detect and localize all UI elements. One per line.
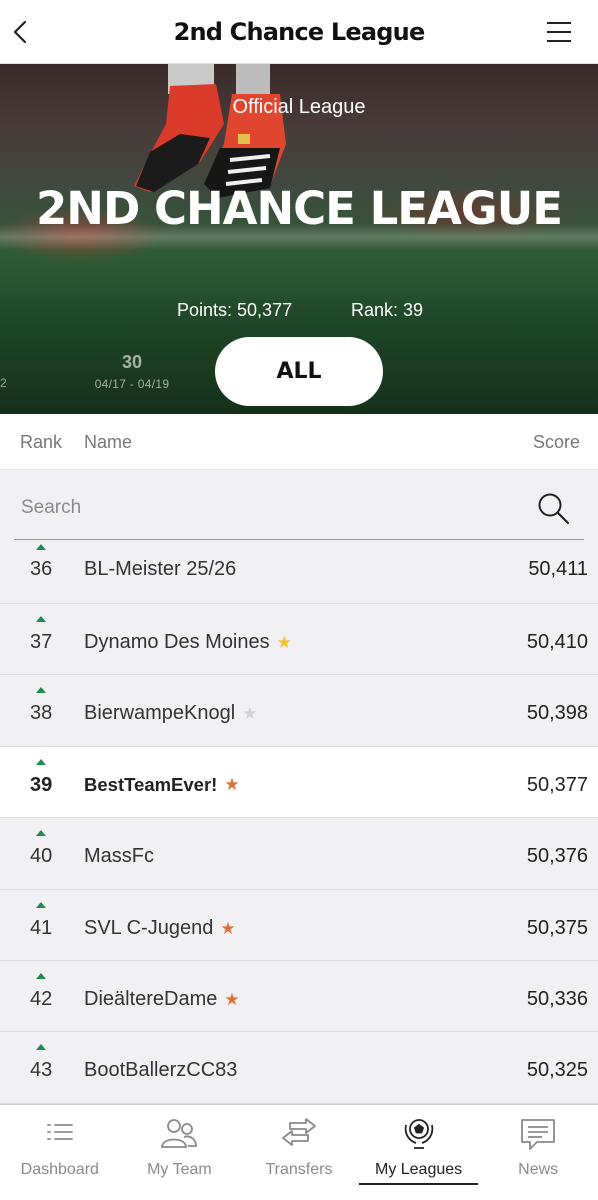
- star-icon: ★: [220, 918, 236, 938]
- standings-row[interactable]: 38 BierwampeKnogl ★ 50,398: [0, 675, 598, 747]
- rank-up-icon: [36, 758, 46, 765]
- name-column-header: Name: [84, 432, 133, 452]
- nav-transfers[interactable]: Transfers: [239, 1105, 359, 1200]
- row-score: 50,410: [526, 631, 588, 653]
- row-score: 50,377: [526, 773, 588, 796]
- rank-up-icon: [36, 1044, 46, 1051]
- row-rank: 37: [30, 631, 53, 653]
- nav-label: My Team: [147, 1161, 212, 1178]
- nav-label: Dashboard: [20, 1161, 99, 1178]
- standings-row[interactable]: 36 BL-Meister 25/26 50,411: [0, 540, 598, 604]
- standings-row-my-team[interactable]: 39 BestTeamEver! ★ 50,377: [0, 746, 598, 819]
- row-team-name: BL-Meister 25/26: [84, 558, 237, 580]
- gameweek-number: 30: [121, 352, 143, 372]
- gameweek-dates: 04/17 - 04/19: [94, 377, 170, 391]
- row-team-name: SVL C-Jugend ★: [84, 916, 236, 939]
- row-rank: 43: [30, 1059, 53, 1082]
- standings-row[interactable]: 37 Dynamo Des Moines ★ 50,410: [0, 604, 598, 676]
- swap-arrows-icon: [282, 1118, 316, 1146]
- row-team-name: BestTeamEver! ★: [84, 773, 240, 795]
- star-icon: ★: [224, 989, 240, 1009]
- chat-bubble-icon: [521, 1119, 556, 1150]
- row-score: 50,336: [526, 987, 588, 1010]
- league-title: 2ND CHANCE LEAGUE: [35, 182, 563, 235]
- star-icon: ★: [242, 704, 258, 724]
- all-filter-button[interactable]: ALL: [215, 337, 383, 406]
- row-rank: 42: [30, 987, 53, 1010]
- standings-row[interactable]: 43 BootBallerzCC83 50,325: [0, 1032, 598, 1104]
- nav-my-team[interactable]: My Team: [120, 1105, 240, 1200]
- rank-up-icon: [36, 972, 46, 979]
- row-score: 50,376: [526, 845, 588, 868]
- standings-row[interactable]: 40 MassFc 50,376: [0, 818, 598, 890]
- points-summary: Points: 50,377: [177, 300, 293, 320]
- rank-up-icon: [36, 544, 46, 550]
- star-icon: ★: [224, 775, 240, 795]
- standings-row[interactable]: 42 DieältereDame ★ 50,336: [0, 960, 598, 1033]
- nav-my-leagues[interactable]: My Leagues: [358, 1105, 479, 1200]
- trophy-ball-icon: [404, 1119, 433, 1149]
- row-team-name: BootBallerzCC83: [84, 1059, 238, 1082]
- previous-gameweek-fragment[interactable]: 2: [0, 376, 7, 390]
- star-icon: ★: [276, 633, 292, 652]
- nav-dashboard[interactable]: Dashboard: [0, 1105, 120, 1200]
- row-rank: 38: [30, 702, 53, 725]
- search-bar: [14, 474, 584, 540]
- list-icon: [46, 1124, 73, 1140]
- nav-label: Transfers: [265, 1161, 333, 1178]
- bottom-navigation: Dashboard My Team Transfers My Leagues N…: [0, 1104, 598, 1200]
- row-team-name: BierwampeKnogl ★: [84, 702, 258, 725]
- row-rank: 39: [30, 773, 53, 796]
- row-score: 50,411: [528, 558, 588, 580]
- app-title: 2nd Chance League: [173, 17, 426, 46]
- rank-up-icon: [36, 830, 46, 837]
- rank-up-icon: [36, 687, 46, 694]
- row-rank: 36: [30, 558, 53, 580]
- row-rank: 40: [30, 845, 53, 868]
- gameweek-selector[interactable]: 30 04/17 - 04/19: [86, 352, 178, 391]
- search-input[interactable]: [14, 488, 514, 528]
- row-score: 50,375: [526, 916, 588, 939]
- nav-label: My Leagues: [374, 1161, 463, 1178]
- score-column-header: Score: [532, 432, 580, 452]
- rank-up-icon: [36, 616, 46, 622]
- top-bar: 2nd Chance League: [0, 0, 598, 64]
- row-team-name: DieältereDame ★: [84, 987, 240, 1010]
- rank-column-header: Rank: [20, 432, 63, 452]
- standings-row[interactable]: 41 SVL C-Jugend ★ 50,375: [0, 889, 598, 961]
- nav-label: News: [518, 1161, 559, 1178]
- row-team-name: MassFc: [84, 845, 154, 868]
- standings-header: Rank Name Score: [0, 414, 598, 470]
- row-team-name: Dynamo Des Moines ★: [84, 631, 292, 653]
- people-icon: [161, 1119, 198, 1148]
- search-icon[interactable]: [536, 491, 570, 525]
- nav-news[interactable]: News: [478, 1105, 598, 1200]
- hamburger-menu-icon[interactable]: [546, 20, 572, 44]
- rank-up-icon: [36, 901, 46, 908]
- league-type-label: Official League: [232, 96, 366, 118]
- row-score: 50,325: [526, 1059, 588, 1082]
- rank-summary: Rank: 39: [351, 300, 424, 320]
- row-rank: 41: [30, 916, 53, 939]
- standings-list: 36 BL-Meister 25/26 50,411 37 Dynamo Des…: [0, 540, 598, 1104]
- back-arrow-icon[interactable]: [8, 18, 36, 46]
- row-score: 50,398: [526, 702, 588, 725]
- league-hero-banner: Official League 2ND CHANCE LEAGUE Points…: [0, 64, 598, 414]
